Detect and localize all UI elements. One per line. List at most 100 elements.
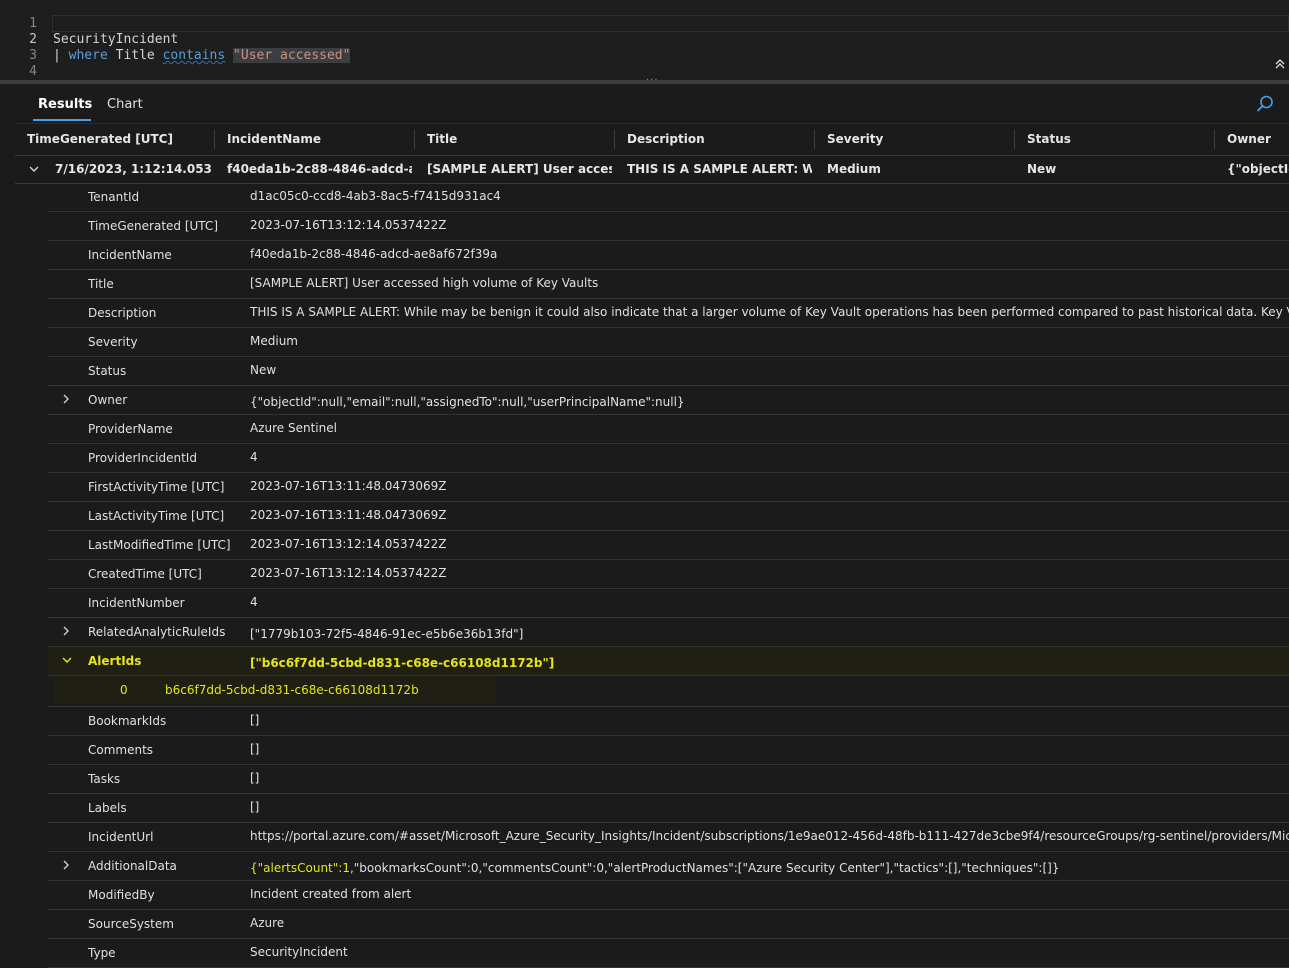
column-header-title[interactable]: Title bbox=[427, 124, 612, 155]
column-header-owner[interactable]: Owner bbox=[1227, 124, 1289, 155]
double-chevron-up-icon[interactable] bbox=[1273, 58, 1287, 72]
column-header-status[interactable]: Status bbox=[1027, 124, 1212, 155]
detail-row-type: Type SecurityIncident bbox=[48, 939, 1289, 968]
detail-row-status: Status New bbox=[48, 357, 1289, 386]
detail-value: [] bbox=[250, 713, 260, 727]
detail-value: ["b6c6f7dd-5cbd-d831-c68e-c66108d1172b"] bbox=[250, 656, 555, 670]
tab-chart[interactable]: Chart bbox=[107, 97, 143, 112]
detail-key: Labels bbox=[88, 801, 127, 815]
active-tab-indicator bbox=[33, 119, 91, 121]
detail-value: 2023-07-16T13:11:48.0473069Z bbox=[250, 508, 447, 522]
detail-value[interactable]: https://portal.azure.com/#asset/Microsof… bbox=[250, 823, 1289, 851]
column-resize-handle[interactable] bbox=[614, 130, 615, 149]
column-resize-handle[interactable] bbox=[1014, 130, 1015, 149]
detail-row-title: Title [SAMPLE ALERT] User accessed high … bbox=[48, 270, 1289, 299]
cell-severity: Medium bbox=[827, 162, 881, 176]
detail-value: [] bbox=[250, 800, 260, 814]
detail-key: ModifiedBy bbox=[88, 888, 155, 902]
grid-header: TimeGenerated [UTC] IncidentName Title D… bbox=[15, 123, 1289, 156]
detail-row-firstactivitytime: FirstActivityTime [UTC] 2023-07-16T13:11… bbox=[48, 473, 1289, 502]
detail-key: Comments bbox=[88, 743, 154, 757]
detail-key: LastModifiedTime [UTC] bbox=[88, 538, 231, 552]
detail-value: SecurityIncident bbox=[250, 945, 348, 959]
cell-incidentname: f40eda1b-2c88-4846-adcd-ae... bbox=[227, 162, 412, 176]
code-line-2[interactable]: 2 | where Title contains "User accessed" bbox=[0, 16, 1289, 63]
detail-key: BookmarkIds bbox=[88, 714, 167, 728]
chevron-down-icon[interactable] bbox=[29, 155, 39, 183]
detail-value: {"objectId":null,"email":null,"assignedT… bbox=[250, 395, 685, 409]
detail-row-tasks: Tasks [] bbox=[48, 765, 1289, 794]
column-resize-handle[interactable] bbox=[414, 130, 415, 149]
detail-row-incidenturl: IncidentUrl https://portal.azure.com/#as… bbox=[48, 823, 1289, 852]
column-resize-handle[interactable] bbox=[1214, 130, 1215, 149]
code-line-4[interactable]: 4 bbox=[0, 48, 1289, 79]
detail-value: 4 bbox=[250, 450, 258, 464]
detail-value: [SAMPLE ALERT] User accessed high volume… bbox=[250, 276, 599, 290]
detail-value: ["1779b103-72f5-4846-91ec-e5b6e36b13fd"] bbox=[250, 627, 524, 641]
table-row[interactable]: 7/16/2023, 1:12:14.053 PM f40eda1b-2c88-… bbox=[15, 155, 1289, 184]
column-resize-handle[interactable] bbox=[214, 130, 215, 149]
detail-key: ProviderIncidentId bbox=[88, 451, 197, 465]
detail-row-labels: Labels [] bbox=[48, 794, 1289, 823]
detail-value: Incident created from alert bbox=[250, 887, 412, 901]
chevron-right-icon[interactable] bbox=[62, 386, 70, 414]
detail-value: f40eda1b-2c88-4846-adcd-ae8af672f39a bbox=[250, 247, 498, 261]
detail-key: LastActivityTime [UTC] bbox=[88, 509, 225, 523]
detail-row-alertids: AlertIds ["b6c6f7dd-5cbd-d831-c68e-c6610… bbox=[48, 647, 1289, 676]
detail-value: d1ac05c0-ccd8-4ab3-8ac5-f7415d931ac4 bbox=[250, 189, 501, 203]
search-icon[interactable] bbox=[1255, 94, 1275, 114]
detail-value: {"alertsCount":1,"bookmarksCount":0,"com… bbox=[250, 852, 1289, 880]
detail-row-owner: Owner {"objectId":null,"email":null,"ass… bbox=[48, 386, 1289, 415]
detail-key: CreatedTime [UTC] bbox=[88, 567, 202, 581]
detail-row-additionaldata: AdditionalData {"alertsCount":1,"bookmar… bbox=[48, 852, 1289, 881]
detail-row-sourcesystem: SourceSystem Azure bbox=[48, 910, 1289, 939]
detail-key: RelatedAnalyticRuleIds bbox=[88, 625, 226, 639]
detail-row-incidentname: IncidentName f40eda1b-2c88-4846-adcd-ae8… bbox=[48, 241, 1289, 270]
json-fragment: "bookmarksCount":0,"commentsCount":0,"al… bbox=[353, 861, 1060, 875]
detail-row-createdtime: CreatedTime [UTC] 2023-07-16T13:12:14.05… bbox=[48, 560, 1289, 589]
chevron-right-icon[interactable] bbox=[62, 852, 70, 880]
detail-row-comments: Comments [] bbox=[48, 736, 1289, 765]
detail-value: Azure bbox=[250, 916, 285, 930]
detail-row-providername: ProviderName Azure Sentinel bbox=[48, 415, 1289, 444]
query-editor[interactable]: 1 SecurityIncident 2 | where Title conta… bbox=[0, 0, 1289, 80]
detail-value: THIS IS A SAMPLE ALERT: While may be ben… bbox=[250, 305, 1289, 319]
tab-results[interactable]: Results bbox=[38, 97, 92, 112]
detail-key: IncidentNumber bbox=[88, 596, 185, 610]
cell-status: New bbox=[1027, 162, 1057, 176]
cell-owner: {"objectId": bbox=[1227, 162, 1289, 176]
detail-row-lastmodifiedtime: LastModifiedTime [UTC] 2023-07-16T13:12:… bbox=[48, 531, 1289, 560]
detail-key: TimeGenerated [UTC] bbox=[88, 219, 218, 233]
cell-title: [SAMPLE ALERT] User accesse... bbox=[427, 162, 612, 176]
detail-subrow-alertid: 0 b6c6f7dd-5cbd-d831-c68e-c66108d1172b bbox=[48, 676, 1289, 707]
detail-row-lastactivitytime: LastActivityTime [UTC] 2023-07-16T13:11:… bbox=[48, 502, 1289, 531]
code-line-1[interactable]: 1 SecurityIncident bbox=[0, 0, 1289, 47]
detail-row-modifiedby: ModifiedBy Incident created from alert bbox=[48, 881, 1289, 910]
column-header-severity[interactable]: Severity bbox=[827, 124, 1012, 155]
column-header-incidentname[interactable]: IncidentName bbox=[227, 124, 412, 155]
results-tabbar: Results Chart bbox=[0, 84, 1289, 122]
chevron-down-icon[interactable] bbox=[62, 647, 72, 675]
detail-key: FirstActivityTime [UTC] bbox=[88, 480, 225, 494]
detail-key: SourceSystem bbox=[88, 917, 174, 931]
line-number: 4 bbox=[29, 64, 37, 79]
column-header-description[interactable]: Description bbox=[627, 124, 812, 155]
detail-value: Azure Sentinel bbox=[250, 421, 337, 435]
detail-value: Medium bbox=[250, 334, 298, 348]
array-index: 0 bbox=[120, 683, 128, 697]
detail-row-tenantid: TenantId d1ac05c0-ccd8-4ab3-8ac5-f7415d9… bbox=[48, 183, 1289, 212]
detail-key: Title bbox=[88, 277, 114, 291]
code-line-3[interactable]: 3 bbox=[0, 32, 1289, 63]
chevron-right-icon[interactable] bbox=[62, 618, 70, 646]
detail-key: AdditionalData bbox=[88, 859, 177, 873]
detail-value: New bbox=[250, 363, 277, 377]
detail-key: IncidentName bbox=[88, 248, 172, 262]
cell-timegenerated: 7/16/2023, 1:12:14.053 PM bbox=[55, 162, 215, 176]
detail-key: Type bbox=[88, 946, 116, 960]
detail-key: TenantId bbox=[88, 190, 140, 204]
detail-key: Owner bbox=[88, 393, 128, 407]
detail-row-providerincidentid: ProviderIncidentId 4 bbox=[48, 444, 1289, 473]
column-header-timegenerated[interactable]: TimeGenerated [UTC] bbox=[27, 124, 212, 155]
column-resize-handle[interactable] bbox=[814, 130, 815, 149]
detail-key: Tasks bbox=[88, 772, 121, 786]
